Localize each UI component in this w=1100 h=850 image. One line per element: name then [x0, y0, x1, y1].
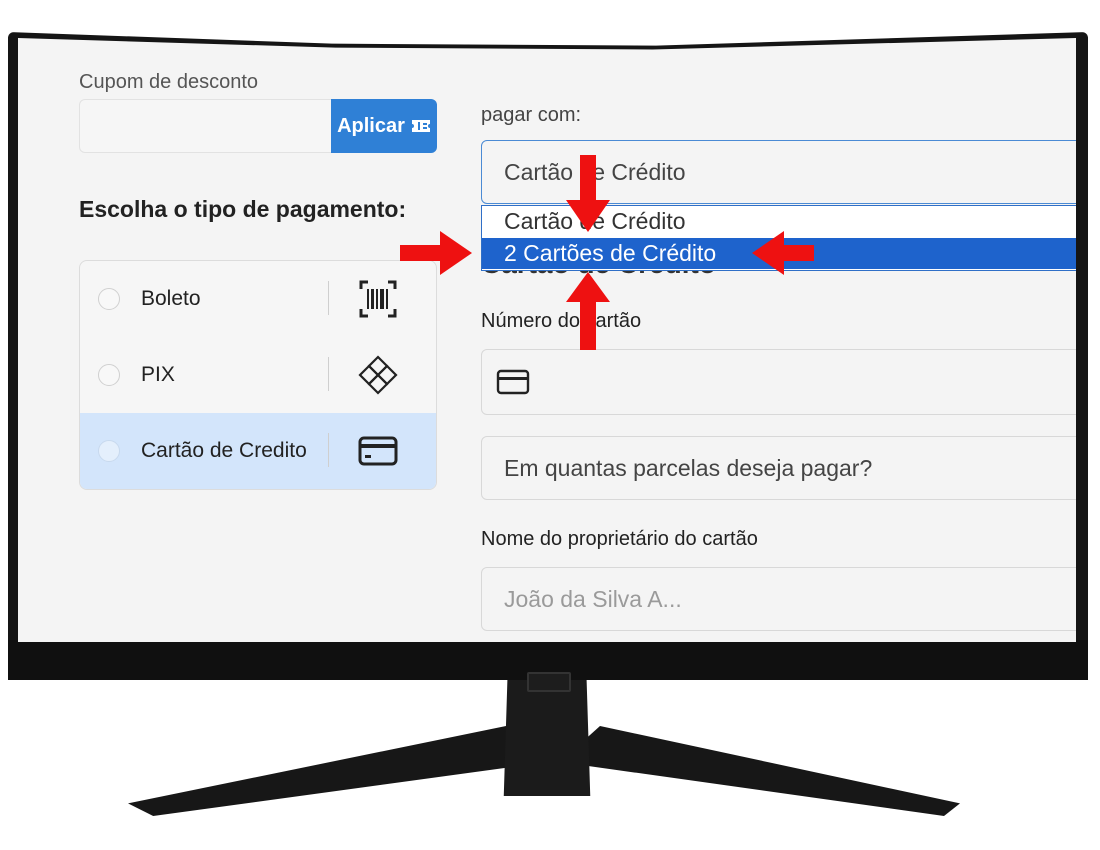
- payment-type-title: Escolha o tipo de pagamento:: [79, 196, 407, 222]
- pay-with-select[interactable]: Cartão de Crédito: [481, 140, 1076, 204]
- payment-option-credit-card[interactable]: Cartão de Credito: [80, 413, 436, 489]
- payment-option-label: Cartão de Credito: [141, 439, 307, 462]
- installments-select[interactable]: Em quantas parcelas deseja pagar?: [481, 436, 1076, 500]
- pix-icon: [358, 355, 398, 395]
- divider: [328, 281, 329, 315]
- credit-card-icon: [358, 436, 398, 466]
- card-owner-input[interactable]: João da Silva A...: [481, 567, 1076, 631]
- monitor-stand-right-leg: [560, 726, 960, 816]
- monitor-logo-notch: [527, 672, 571, 692]
- payment-option-label: Boleto: [141, 287, 201, 310]
- divider: [328, 357, 329, 391]
- apply-label: Aplicar: [337, 114, 405, 137]
- dropdown-option-two-cards[interactable]: 2 Cartões de Crédito: [482, 238, 1076, 269]
- payment-option-boleto[interactable]: Boleto: [80, 261, 436, 337]
- ticket-icon: [411, 120, 430, 132]
- apply-coupon-button[interactable]: Aplicar: [331, 99, 437, 153]
- barcode-icon: [359, 280, 397, 318]
- monitor-stand-left-leg: [128, 726, 548, 816]
- monitor-stand-neck: [503, 676, 591, 796]
- card-number-input[interactable]: [481, 349, 1076, 415]
- card-number-label: Número do cartão: [481, 310, 642, 332]
- payment-option-label: PIX: [141, 363, 175, 386]
- pay-with-label: pagar com:: [481, 104, 582, 126]
- screen: Cupom de desconto Aplicar Escolha o tipo…: [18, 38, 1076, 642]
- radio-pix[interactable]: [98, 364, 120, 386]
- dropdown-option-one-card[interactable]: Cartão de Crédito: [482, 206, 1076, 237]
- card-owner-label: Nome do proprietário do cartão: [481, 528, 758, 550]
- pay-with-dropdown: Cartão de Crédito 2 Cartões de Crédito: [481, 205, 1076, 271]
- coupon-input[interactable]: [79, 99, 333, 153]
- divider: [328, 433, 329, 467]
- radio-boleto[interactable]: [98, 288, 120, 310]
- coupon-label: Cupom de desconto: [79, 71, 259, 93]
- radio-credit-card[interactable]: [98, 440, 120, 462]
- payment-option-pix[interactable]: PIX: [80, 337, 436, 413]
- card-icon: [496, 369, 530, 395]
- payment-type-list: Boleto PIX Cartão de Credito: [79, 260, 437, 490]
